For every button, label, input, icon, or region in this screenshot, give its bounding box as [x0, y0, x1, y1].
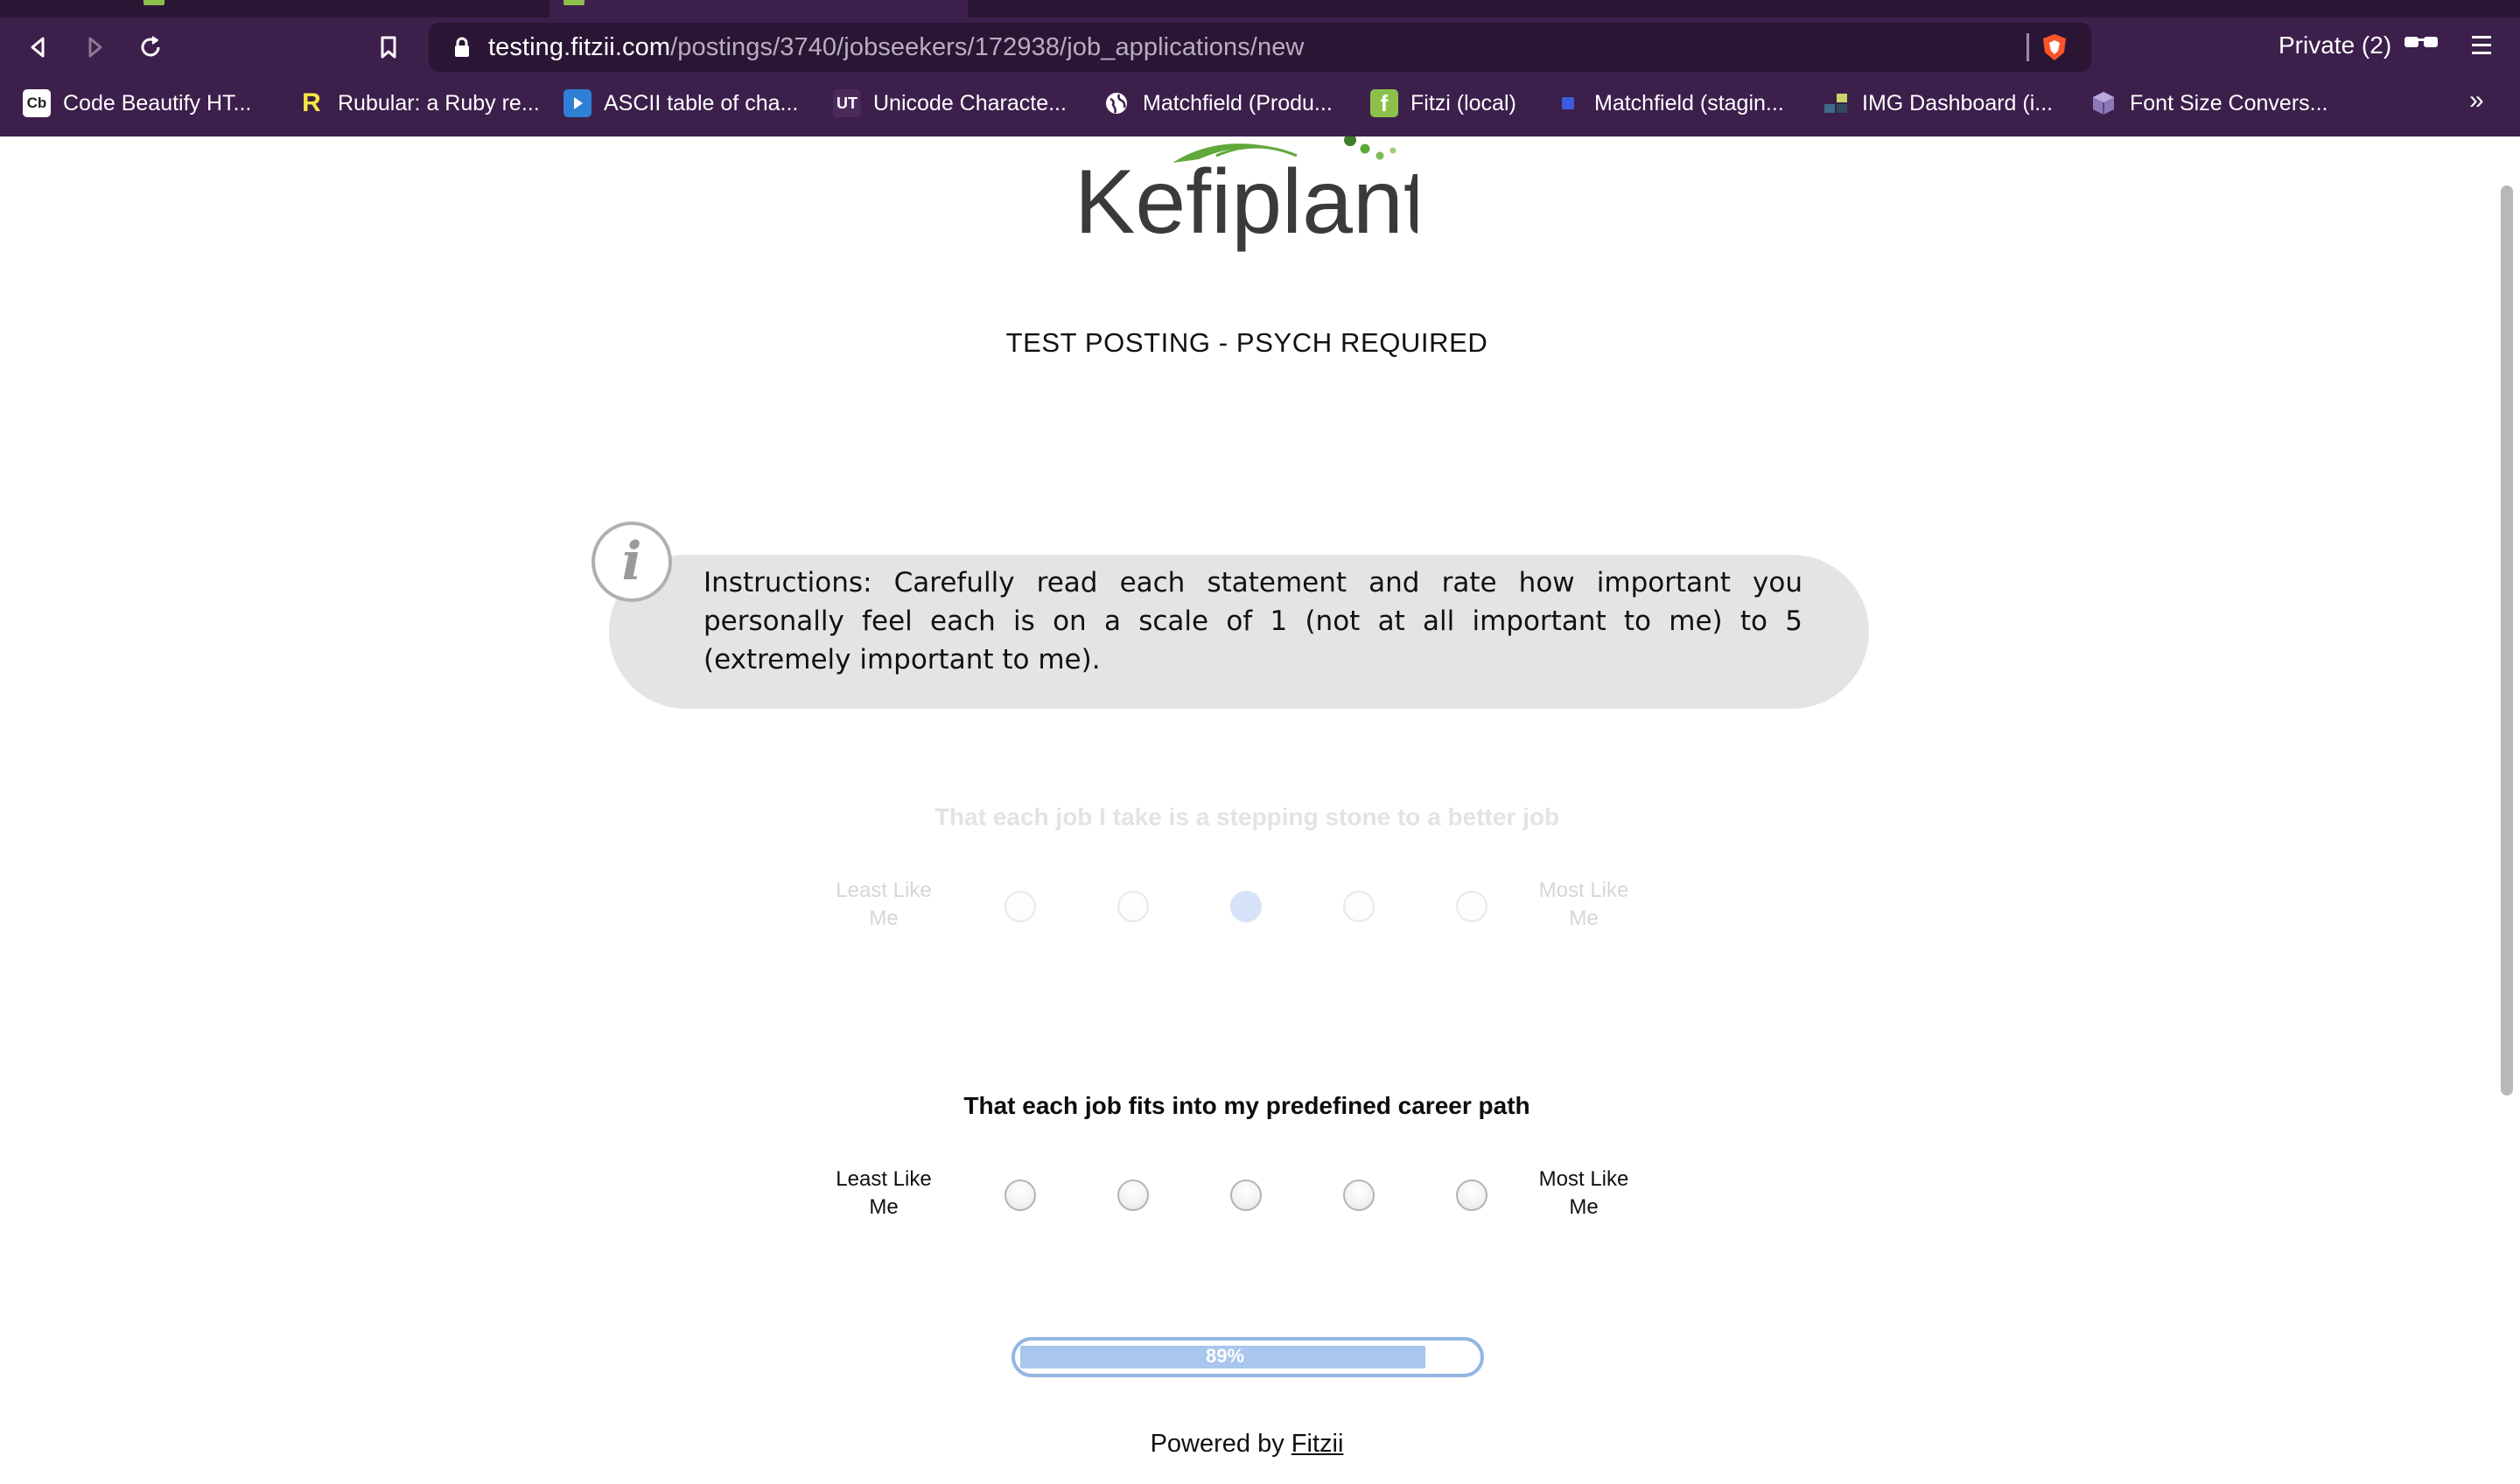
q1-option-3[interactable]	[1230, 891, 1262, 922]
bookmark-unicode[interactable]: UT Unicode Characte...	[833, 88, 1067, 119]
logo-wordmark: Kefiplant	[1074, 151, 1418, 253]
powered-by-text: Powered by	[1150, 1430, 1284, 1458]
bookmark-label: Unicode Characte...	[873, 90, 1067, 116]
instructions-text: Instructions: Carefully read each statem…	[704, 567, 1802, 676]
question-1-text: That each job I take is a stepping stone…	[934, 803, 1560, 830]
bookmark-font-size-converter[interactable]: Font Size Convers...	[2090, 88, 2328, 119]
bookmark-ascii-table[interactable]: ASCII table of cha...	[564, 88, 798, 119]
bookmark-label: Code Beautify HT...	[63, 90, 252, 116]
question-2-text: That each job fits into my predefined ca…	[963, 1092, 1530, 1119]
q2-option-2[interactable]	[1117, 1180, 1149, 1211]
url-path: /postings/3740/jobseekers/172938/job_app…	[670, 33, 1305, 61]
tab-favicon[interactable]	[144, 0, 164, 5]
bookmark-label: Matchfield (stagin...	[1594, 90, 1784, 116]
address-bar[interactable]: testing.fitzii.com/postings/3740/jobseek…	[429, 23, 2091, 72]
progress-label: 89%	[1205, 1345, 1245, 1367]
q1-option-2[interactable]	[1117, 891, 1149, 922]
q2-option-4[interactable]	[1343, 1180, 1375, 1211]
bookmark-matchfield-production[interactable]: Matchfield (Produ...	[1102, 88, 1333, 119]
q1-option-4[interactable]	[1343, 891, 1375, 922]
fitzii-icon: f	[1370, 89, 1398, 117]
back-icon	[31, 37, 45, 58]
bookmark-button[interactable]	[368, 26, 410, 68]
bookmark-label: Rubular: a Ruby re...	[338, 90, 540, 116]
q1-option-1[interactable]	[1004, 891, 1036, 922]
browser-chrome: testing.fitzii.com/postings/3740/jobseek…	[0, 0, 2520, 136]
progress-bar: 89%	[1012, 1337, 1484, 1377]
bookmark-label: IMG Dashboard (i...	[1862, 90, 2054, 116]
fitzii-link[interactable]: Fitzii	[1292, 1430, 1344, 1458]
url-separator	[2026, 33, 2029, 61]
reload-button[interactable]	[130, 26, 172, 68]
bookmarks-bar: Cb Code Beautify HT... R Rubular: a Ruby…	[0, 80, 2520, 124]
forward-icon	[88, 37, 102, 58]
back-button[interactable]	[18, 26, 60, 68]
bookmark-rubular[interactable]: R Rubular: a Ruby re...	[298, 88, 540, 119]
play-icon	[564, 89, 592, 117]
code-beautify-icon: Cb	[23, 89, 51, 117]
kefiplant-logo: Kefiplant	[1074, 136, 1418, 253]
url-host: testing.fitzii.com	[488, 33, 671, 61]
dashboard-grid-icon	[1822, 89, 1850, 117]
q2-option-5[interactable]	[1456, 1180, 1488, 1211]
forward-button[interactable]	[74, 26, 116, 68]
tab-strip	[0, 0, 2520, 18]
url-text[interactable]: testing.fitzii.com/postings/3740/jobseek…	[488, 33, 1304, 62]
active-tab[interactable]	[550, 0, 968, 18]
bookmark-icon	[381, 36, 396, 59]
bookmarks-overflow-button[interactable]: »	[2469, 86, 2484, 116]
lock-icon	[455, 37, 469, 57]
active-tab-favicon	[564, 0, 584, 5]
question-2-scale: Least Like Me Most Like Me	[822, 1162, 1662, 1232]
page-content: Kefiplant TEST POSTING - PSYCH REQUIRED …	[0, 136, 2520, 1484]
globe-icon	[1102, 89, 1130, 117]
bookmark-label: ASCII table of cha...	[604, 90, 799, 116]
most-like-me-label: Most Like Me	[1538, 878, 1629, 930]
private-glasses-icon	[2404, 37, 2438, 47]
bookmark-matchfield-staging[interactable]: Matchfield (stagin...	[1554, 88, 1784, 119]
bookmark-label: Matchfield (Produ...	[1143, 90, 1333, 116]
unicode-table-icon: UT	[833, 89, 861, 117]
q1-option-5[interactable]	[1456, 891, 1488, 922]
posting-title: TEST POSTING - PSYCH REQUIRED	[1005, 327, 1488, 358]
powered-by: Powered by Fitzii	[0, 1430, 2494, 1459]
question-1-scale: Least Like Me Most Like Me	[822, 873, 1662, 943]
bookmark-fitzi-local[interactable]: f Fitzi (local)	[1370, 88, 1516, 119]
scrollbar-thumb[interactable]	[2501, 186, 2513, 1096]
bookmark-img-dashboard[interactable]: IMG Dashboard (i...	[1822, 88, 2053, 119]
rubular-icon: R	[302, 88, 321, 117]
least-like-me-label: Least Like Me	[836, 1167, 932, 1219]
most-like-me-label: Most Like Me	[1538, 1167, 1629, 1219]
instructions-box: Instructions: Carefully read each statem…	[609, 555, 1869, 709]
info-icon: i	[592, 522, 672, 602]
bookmark-label: Font Size Convers...	[2130, 90, 2328, 116]
hamburger-menu-icon[interactable]	[2469, 32, 2494, 60]
bookmark-label: Fitzi (local)	[1410, 90, 1516, 116]
least-like-me-label: Least Like Me	[836, 878, 932, 930]
square-icon	[1554, 89, 1582, 117]
private-window-label[interactable]: Private (2)	[2278, 32, 2391, 60]
reload-icon	[141, 36, 160, 57]
q2-option-1[interactable]	[1004, 1180, 1036, 1211]
bookmark-code-beautify[interactable]: Cb Code Beautify HT...	[23, 88, 251, 119]
cube-icon	[2090, 89, 2118, 117]
q2-option-3[interactable]	[1230, 1180, 1262, 1211]
brave-shield-icon[interactable]	[2039, 32, 2070, 63]
